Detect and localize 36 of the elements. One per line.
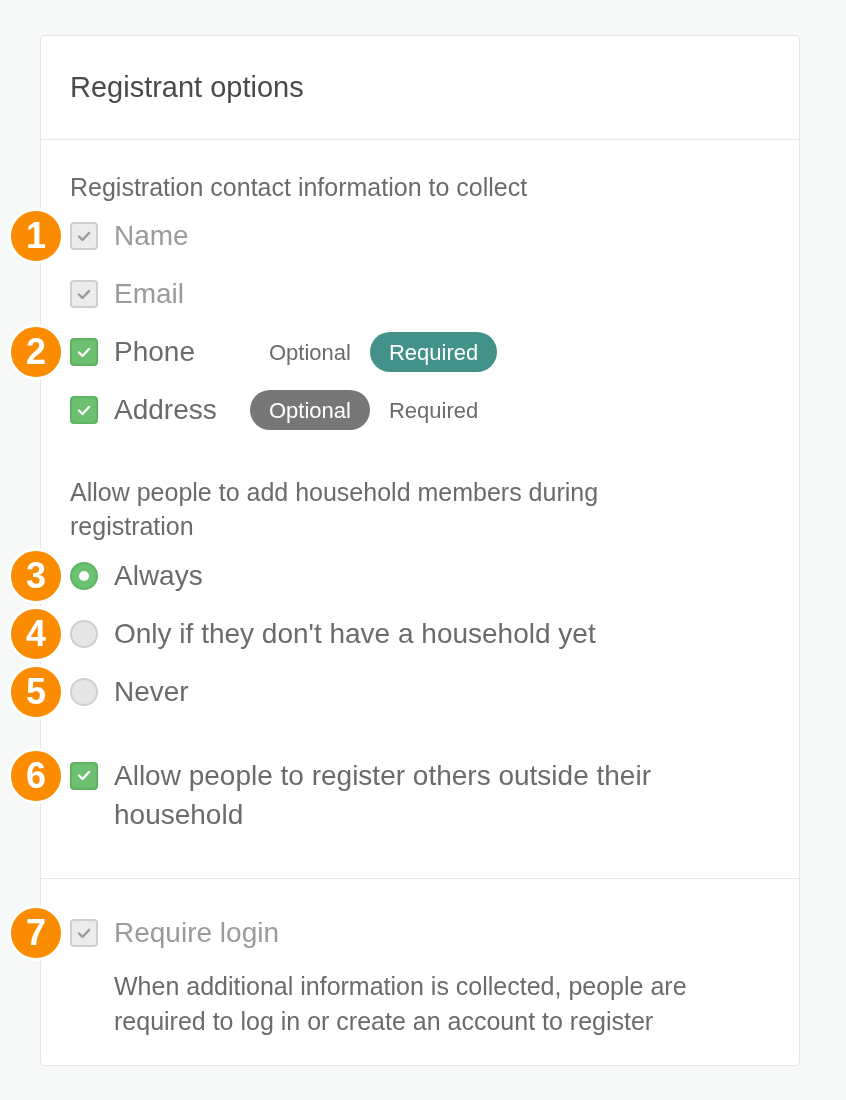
radio-label: Always (114, 559, 203, 593)
radio-label: Never (114, 675, 189, 709)
checkbox[interactable] (70, 396, 98, 424)
callout-badge: 5 (8, 664, 64, 720)
choice-pill[interactable]: Required (369, 332, 498, 372)
section-label: Registration contact information to collect (70, 172, 529, 203)
choice-pill[interactable]: Optional (250, 390, 370, 430)
check-icon (77, 346, 91, 358)
callout-badge: 6 (8, 747, 64, 804)
check-icon (77, 230, 91, 242)
callout-badge: 7 (8, 905, 64, 961)
callout-badge: 3 (8, 548, 64, 604)
check-icon (77, 927, 91, 939)
check-icon (77, 288, 91, 300)
checkbox-label: Phone (114, 335, 196, 369)
checkbox-label: Allow people to register others outside their household (114, 759, 652, 832)
callout-badge: 4 (8, 606, 64, 662)
card-title: Registrant options (70, 69, 304, 105)
help-text: When additional information is collected, people are required to log in or create an account to register (114, 971, 688, 1037)
checkbox-label: Address (114, 393, 218, 427)
callout-badge: 1 (8, 208, 64, 264)
radio-button[interactable] (70, 562, 98, 590)
section-label: Allow people to add household members during registration (70, 477, 600, 542)
choice-pill[interactable]: Required (369, 390, 498, 430)
checkbox-label: Name (114, 219, 189, 253)
callout-badge: 2 (8, 324, 64, 380)
checkbox-label: Require login (114, 916, 279, 950)
check-icon (77, 770, 91, 781)
checkbox[interactable] (70, 761, 98, 790)
radio-label: Only if they don't have a household yet (114, 617, 596, 651)
check-icon (77, 404, 91, 416)
radio-button[interactable] (70, 620, 98, 648)
checkbox-label: Email (114, 277, 184, 311)
radio-button[interactable] (70, 678, 98, 706)
choice-pill[interactable]: Optional (250, 332, 370, 372)
checkbox[interactable] (70, 338, 98, 366)
